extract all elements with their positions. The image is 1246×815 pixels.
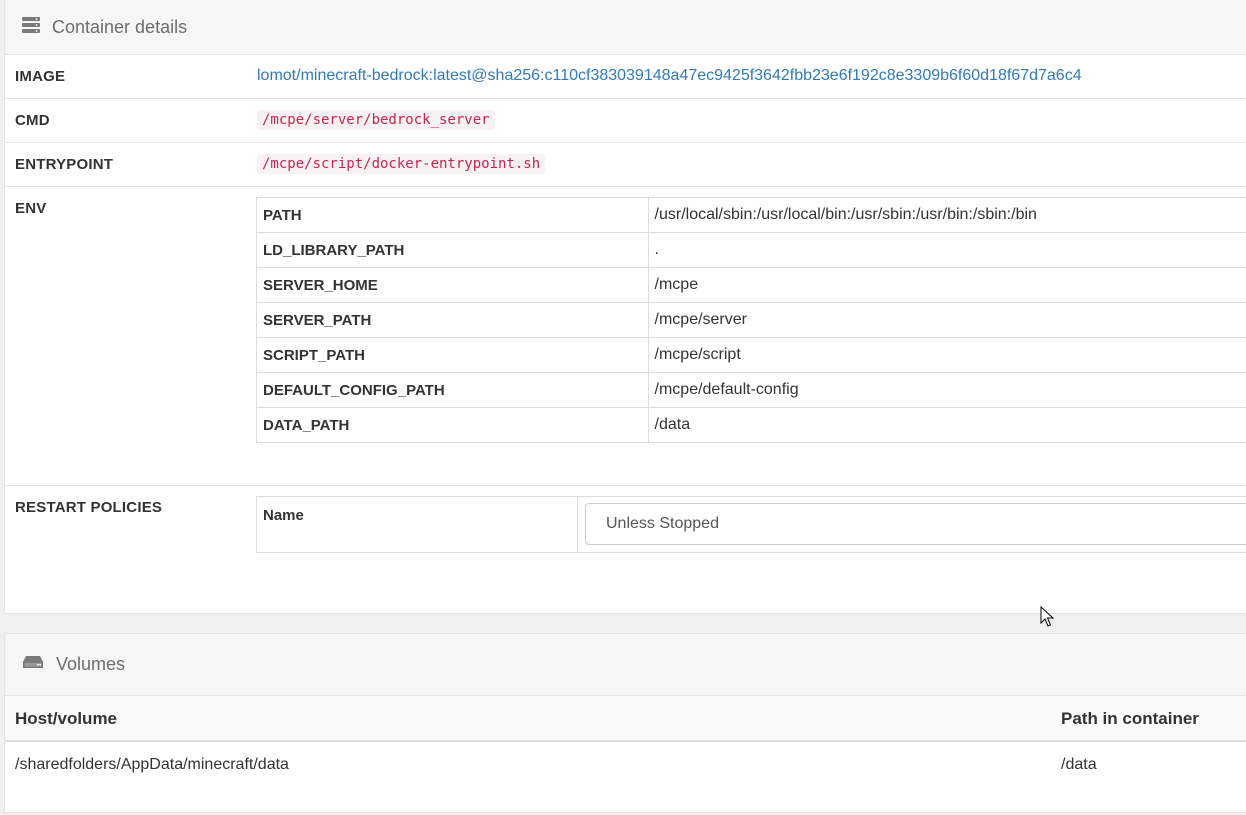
entrypoint-label: ENTRYPOINT [15,156,114,173]
volume-path-cell: /data [1061,756,1097,773]
volumes-header: Volumes [5,634,1246,696]
mouse-cursor-icon [1040,605,1055,633]
env-key: SCRIPT_PATH [256,337,649,373]
env-key: PATH [256,197,649,233]
entrypoint-row: ENTRYPOINT /mcpe/script/docker-entrypoin… [5,143,1246,187]
env-key: DATA_PATH [256,407,649,443]
env-row-item: SERVER_HOME/mcpe [256,267,1246,303]
restart-policies-label: RESTART POLICIES [15,499,163,516]
env-value: . [647,232,1246,268]
restart-policy-name-label: Name [257,497,578,552]
image-row: IMAGE lomot/minecraft-bedrock:latest@sha… [5,55,1246,99]
volume-host-cell: /sharedfolders/AppData/minecraft/data [15,756,289,773]
restart-policy-box: Name Unless Stopped [256,496,1246,553]
entrypoint-value: /mcpe/script/docker-entrypoint.sh [257,154,546,174]
env-value: /mcpe/server [647,302,1246,338]
container-details-title: Container details [52,17,188,37]
cmd-label: CMD [15,112,50,129]
env-row-item: DEFAULT_CONFIG_PATH/mcpe/default-config [256,372,1246,408]
env-value: /mcpe/script [647,337,1246,373]
env-value: /mcpe [647,267,1246,303]
volumes-panel: Volumes Host/volume Path in container /s… [4,633,1246,813]
container-details-header: Container details [5,0,1246,55]
image-label: IMAGE [15,68,66,85]
hdd-icon [22,655,44,674]
env-value: /usr/local/sbin:/usr/local/bin:/usr/sbin… [647,197,1246,233]
restart-policies-row: RESTART POLICIES Name Unless Stopped [5,486,1246,615]
env-row-item: DATA_PATH/data [256,407,1246,443]
env-row-item: SERVER_PATH/mcpe/server [256,302,1246,338]
container-details-panel: Container details IMAGE lomot/minecraft-… [4,0,1246,614]
col-host-volume[interactable]: Host/volume [15,709,117,729]
env-key: LD_LIBRARY_PATH [256,232,649,268]
cmd-row: CMD /mcpe/server/bedrock_server [5,99,1246,143]
volumes-title: Volumes [56,654,126,674]
server-icon [22,17,40,38]
env-table: PATH/usr/local/sbin:/usr/local/bin:/usr/… [256,197,1246,443]
env-value: /data [647,407,1246,443]
env-row-item: PATH/usr/local/sbin:/usr/local/bin:/usr/… [256,197,1246,233]
image-link[interactable]: lomot/minecraft-bedrock:latest@sha256:c1… [257,67,1082,85]
env-row: ENV PATH/usr/local/sbin:/usr/local/bin:/… [5,187,1246,486]
env-key: SERVER_HOME [256,267,649,303]
env-key: DEFAULT_CONFIG_PATH [256,372,649,408]
env-value: /mcpe/default-config [647,372,1246,408]
env-row-item: SCRIPT_PATH/mcpe/script [256,337,1246,373]
col-path-in-container[interactable]: Path in container [1061,709,1199,729]
env-label: ENV [15,200,47,217]
env-key: SERVER_PATH [256,302,649,338]
env-row-item: LD_LIBRARY_PATH. [256,232,1246,268]
restart-policy-select[interactable]: Unless Stopped [585,503,1246,545]
table-row: /sharedfolders/AppData/minecraft/data /d… [5,742,1246,788]
volumes-table-header: Host/volume Path in container [5,696,1246,742]
cmd-value: /mcpe/server/bedrock_server [257,110,495,130]
